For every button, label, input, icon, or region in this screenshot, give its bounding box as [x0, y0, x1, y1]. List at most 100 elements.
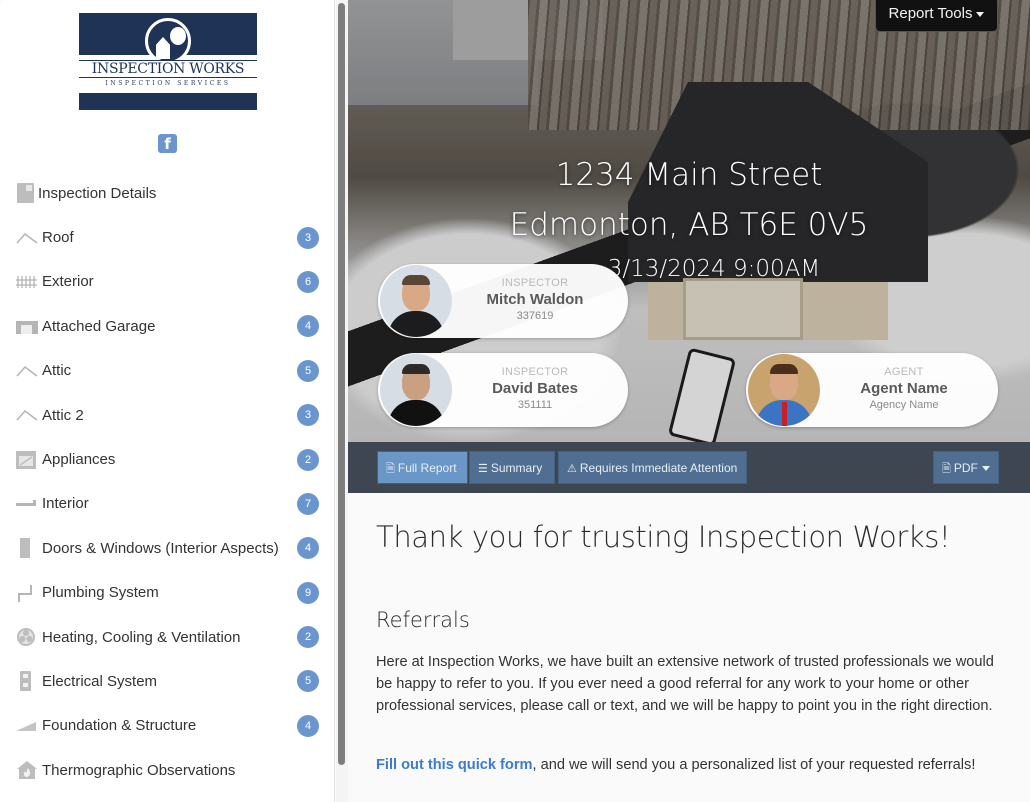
count-badge: 5 — [297, 670, 319, 693]
referrals-paragraph: Here at Inspection Works, we have built … — [376, 654, 994, 714]
warning-icon: ⚠ — [567, 463, 577, 475]
facebook-icon[interactable]: f — [158, 134, 177, 153]
sidebar-item-label: Plumbing System — [42, 584, 159, 602]
referrals-cta-text: , and we will send you a personalized li… — [532, 757, 976, 773]
sidebar-item-label: Attached Garage — [42, 317, 156, 335]
sidebar-item-label: Roof — [42, 229, 74, 247]
sidebar-item-attic-2[interactable]: Attic 2 3 — [0, 393, 334, 437]
caret-down-icon — [981, 466, 990, 472]
person-role: AGENT — [884, 366, 924, 378]
foundation-icon — [16, 716, 38, 736]
pdf-label: PDF — [953, 461, 978, 475]
agent-card[interactable]: AGENT Agent Name Agency Name — [746, 353, 998, 427]
report-tools-label: Report Tools — [888, 5, 973, 22]
avatar-body — [388, 311, 444, 337]
count-badge: 2 — [297, 626, 319, 649]
sidebar-item-roof[interactable]: Roof 3 — [0, 215, 334, 259]
person-name: David Bates — [492, 380, 578, 397]
sidebar-item-label: Attic — [42, 362, 72, 380]
sidebar-item-label: Appliances — [42, 451, 116, 469]
count-badge: 7 — [297, 492, 319, 515]
sidebar-item-appliances[interactable]: Appliances 2 — [0, 437, 334, 481]
count-badge: 3 — [297, 226, 319, 249]
caret-down-icon — [976, 11, 985, 17]
sidebar-item-label: Heating, Cooling & Ventilation — [42, 628, 241, 646]
sidebar-item-thermographic[interactable]: Thermographic Observations — [0, 748, 334, 792]
person-detail: 351111 — [517, 399, 553, 411]
tab-requires-attention[interactable]: ⚠ Requires Immediate Attention — [558, 451, 747, 484]
avatar-hair — [402, 275, 430, 285]
oven-icon — [16, 450, 38, 470]
count-badge: 2 — [297, 448, 319, 471]
referral-form-link[interactable]: Fill out this quick form — [376, 757, 532, 773]
sidebar-item-label: Doors & Windows (Interior Aspects) — [42, 539, 279, 557]
referrals-cta: Fill out this quick form, and we will se… — [376, 754, 1006, 776]
sidebar-item-exterior[interactable]: Exterior 6 — [0, 260, 334, 304]
count-badge: 5 — [297, 359, 319, 382]
person-name: Agent Name — [860, 380, 948, 397]
person-detail: Agency Name — [869, 399, 939, 411]
roof-icon — [16, 228, 38, 248]
person-role: INSPECTOR — [501, 366, 569, 378]
document-icon — [17, 183, 34, 204]
sidebar-item-plumbing[interactable]: Plumbing System 9 — [0, 571, 334, 615]
pdf-file-icon: 🗎 — [942, 463, 951, 475]
section-heading-referrals: Referrals — [376, 608, 470, 632]
sidebar-item-label: Attic 2 — [42, 406, 84, 424]
page-title: Thank you for trusting Inspection Works! — [376, 520, 951, 554]
avatar-hair — [402, 364, 430, 374]
address-line-1: 1234 Main Street — [555, 157, 823, 193]
list-icon: ☰ — [478, 463, 488, 475]
tab-label: Summary — [490, 461, 543, 475]
person-role: INSPECTOR — [501, 277, 569, 289]
door-icon — [20, 538, 30, 559]
plumbing-icon — [16, 583, 38, 603]
tab-summary[interactable]: ☰ Summary — [469, 451, 555, 484]
inspector-card[interactable]: INSPECTOR Mitch Waldon 337619 — [378, 264, 628, 338]
sidebar-item-label: Foundation & Structure — [42, 717, 197, 735]
count-badge: 6 — [297, 270, 319, 293]
person-name: Mitch Waldon — [486, 291, 584, 308]
file-icon: 🗎 — [386, 463, 395, 475]
tree-icon — [170, 27, 186, 45]
section-nav: Inspection Details Roof 3 Exterior 6 Att… — [0, 171, 334, 792]
company-logo[interactable]: INSPECTION WORKS INSPECTION SERVICES — [79, 13, 257, 110]
sidebar-scrollbar-thumb[interactable] — [338, 3, 345, 765]
sidebar-item-doors-windows[interactable]: Doors & Windows (Interior Aspects) 4 — [0, 526, 334, 570]
tab-full-report[interactable]: 🗎 Full Report — [377, 451, 468, 484]
tab-label: Full Report — [397, 461, 457, 475]
sidebar-item-interior[interactable]: Interior 7 — [0, 482, 334, 526]
sidebar-item-electrical[interactable]: Electrical System 5 — [0, 659, 334, 703]
garage-icon — [16, 320, 38, 334]
sidebar-item-inspection-details[interactable]: Inspection Details — [0, 171, 334, 215]
outlet-icon — [20, 671, 31, 692]
avatar — [380, 265, 452, 337]
avatar-hair — [770, 364, 798, 374]
address-line-2: Edmonton, AB T6E 0V5 — [509, 207, 869, 243]
sidebar-item-label: Thermographic Observations — [42, 761, 236, 779]
sidebar: INSPECTION WORKS INSPECTION SERVICES f I… — [0, 0, 335, 802]
pdf-dropdown-button[interactable]: 🗎 PDF — [933, 451, 999, 484]
sidebar-item-foundation[interactable]: Foundation & Structure 4 — [0, 704, 334, 748]
person-meta: INSPECTOR Mitch Waldon 337619 — [452, 277, 618, 323]
fence-icon — [16, 272, 38, 292]
avatar-body — [388, 400, 444, 426]
person-meta: INSPECTOR David Bates 351111 — [452, 366, 618, 412]
house-icon — [156, 37, 170, 59]
logo-emblem-icon — [145, 18, 191, 64]
sidebar-item-hvac[interactable]: Heating, Cooling & Ventilation 2 — [0, 615, 334, 659]
avatar — [748, 354, 820, 426]
report-app: INSPECTION WORKS INSPECTION SERVICES f I… — [0, 0, 1030, 802]
count-badge: 3 — [297, 404, 319, 427]
inspector-card[interactable]: INSPECTOR David Bates 351111 — [378, 353, 628, 427]
sidebar-item-attached-garage[interactable]: Attached Garage 4 — [0, 304, 334, 348]
avatar — [380, 354, 452, 426]
person-detail: 337619 — [516, 310, 554, 322]
roof-icon — [16, 361, 38, 381]
avatar-tie — [782, 402, 787, 426]
thermal-house-icon — [16, 760, 38, 780]
tab-label: Requires Immediate Attention — [579, 461, 738, 475]
sidebar-item-attic[interactable]: Attic 5 — [0, 349, 334, 393]
sidebar-item-label: Inspection Details — [38, 184, 157, 202]
report-tools-button[interactable]: Report Tools — [875, 0, 998, 32]
